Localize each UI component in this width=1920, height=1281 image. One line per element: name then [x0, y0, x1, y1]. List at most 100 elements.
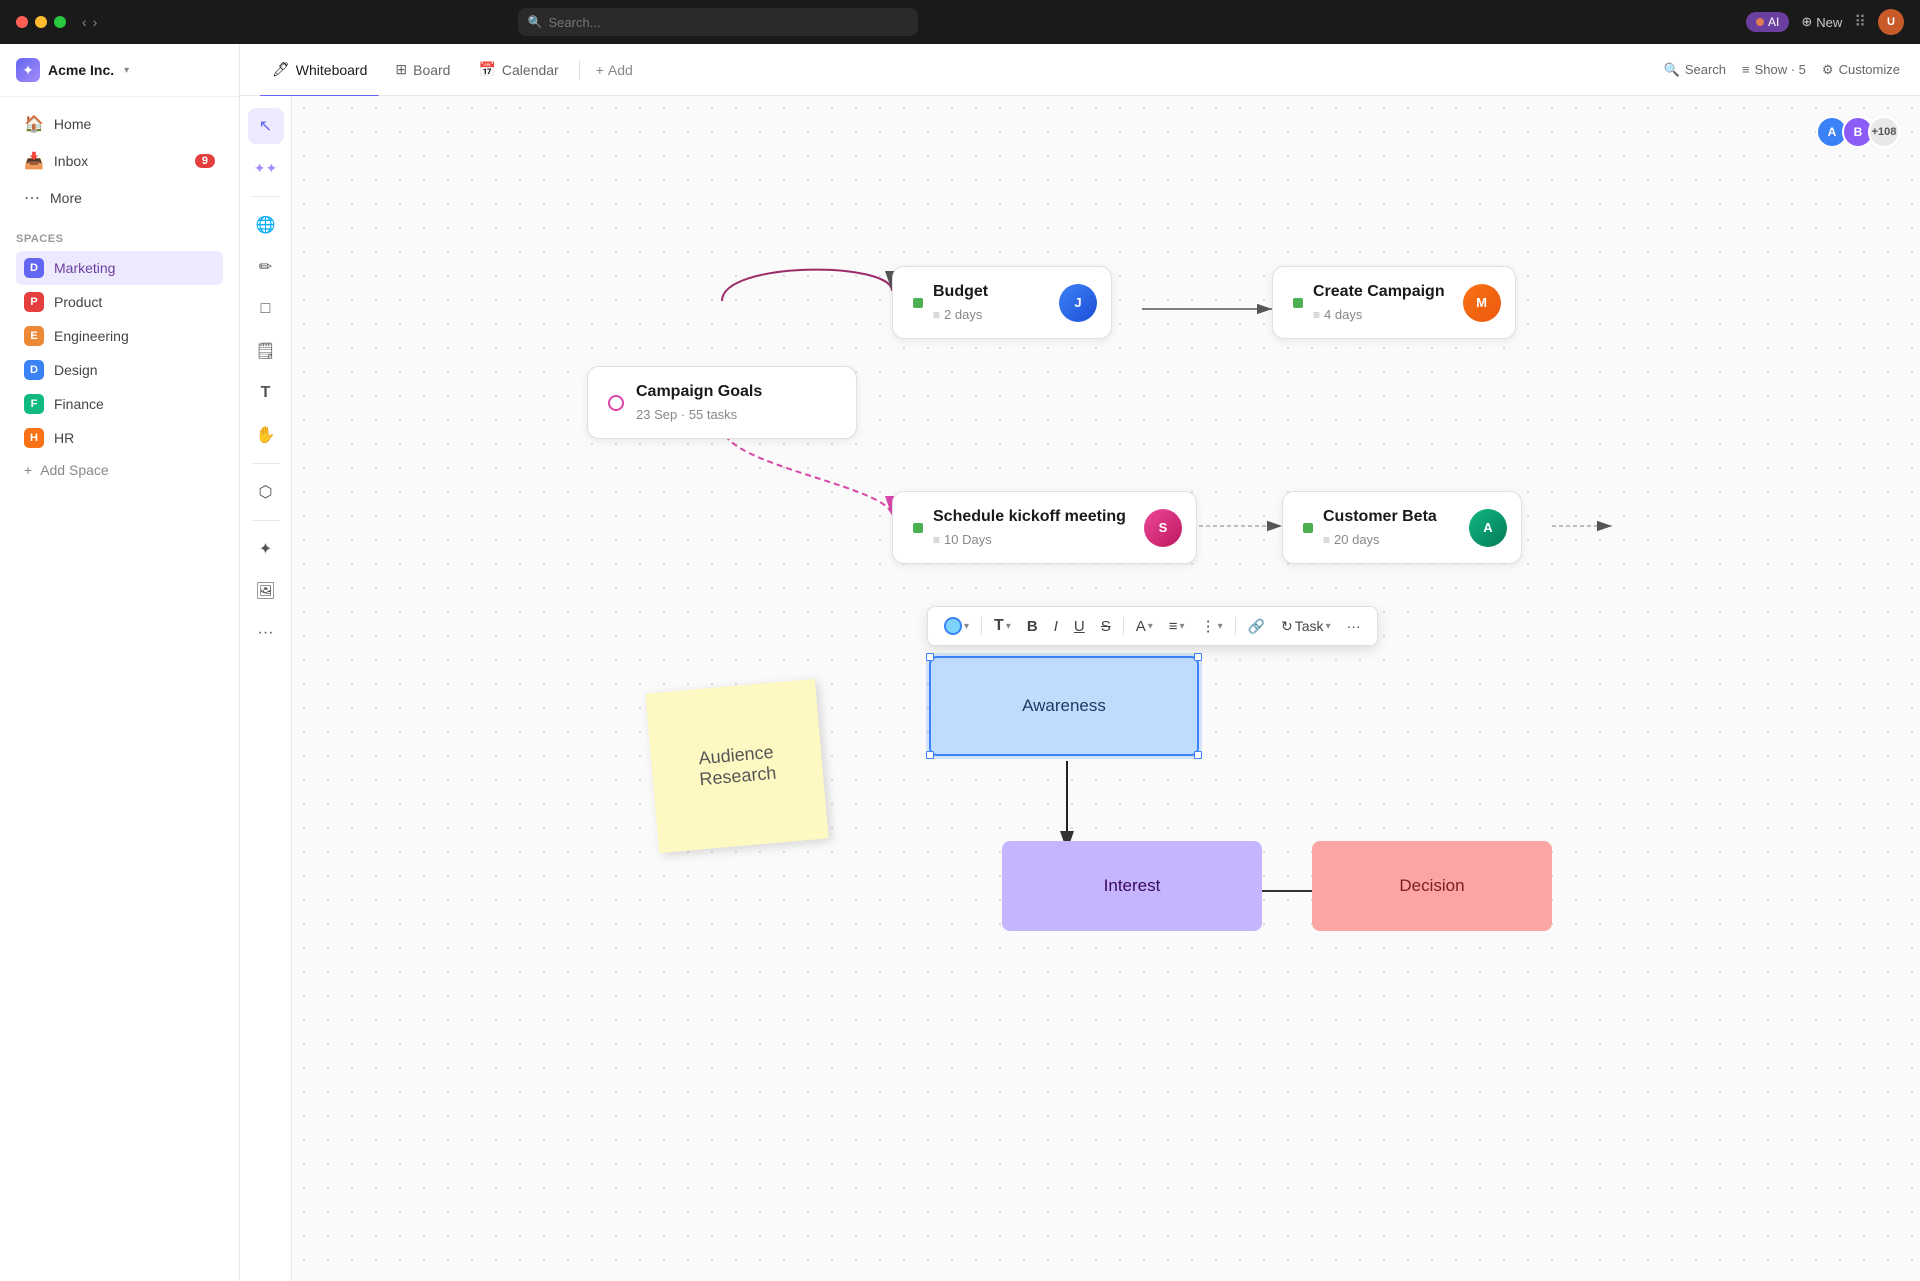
- forward-button[interactable]: ›: [93, 14, 98, 30]
- handle-tl[interactable]: [926, 653, 934, 661]
- sidebar-item-marketing[interactable]: D Marketing: [16, 251, 223, 285]
- show-button[interactable]: ≡ Show · 5: [1742, 62, 1806, 77]
- product-dot: P: [24, 292, 44, 312]
- grid-icon[interactable]: ⠿: [1854, 12, 1866, 32]
- italic-button[interactable]: I: [1048, 614, 1064, 639]
- maximize-button[interactable]: [54, 16, 66, 28]
- align-button[interactable]: ≡ ▾: [1163, 614, 1191, 639]
- sidebar-item-hr[interactable]: H HR: [16, 421, 223, 455]
- format-toolbar: ▾ T ▾ B I U: [927, 606, 1378, 646]
- schedule-kickoff-meta: ≡ 10 Days: [933, 532, 1126, 547]
- image-tool[interactable]: 🖼: [248, 573, 284, 609]
- search-btn-label: Search: [1685, 62, 1726, 77]
- link-button[interactable]: 🔗: [1242, 614, 1271, 639]
- customize-button[interactable]: ⚙ Customize: [1822, 62, 1900, 78]
- bold-button[interactable]: B: [1021, 614, 1044, 639]
- square-tool[interactable]: □: [248, 291, 284, 327]
- hand-tool[interactable]: ✋: [248, 417, 284, 453]
- align-label: ≡: [1169, 618, 1178, 635]
- budget-avatar: J: [1059, 284, 1097, 322]
- strikethrough-button[interactable]: S: [1095, 614, 1117, 639]
- more-format-button[interactable]: ···: [1341, 614, 1367, 638]
- minimize-button[interactable]: [35, 16, 47, 28]
- handle-br[interactable]: [1194, 751, 1202, 759]
- decision-shape[interactable]: Decision: [1312, 841, 1552, 931]
- link-icon: 🔗: [1248, 618, 1265, 635]
- task-button[interactable]: ↻ Task ▾: [1275, 614, 1337, 639]
- tab-whiteboard[interactable]: 🖊 Whiteboard: [260, 55, 379, 84]
- sidebar-item-more[interactable]: ⋯ More: [8, 180, 231, 216]
- new-button[interactable]: ⊕ New: [1801, 14, 1842, 30]
- home-icon: 🏠: [24, 114, 44, 134]
- network-tool[interactable]: ⬡: [248, 474, 284, 510]
- product-label: Product: [54, 294, 102, 310]
- search-input[interactable]: [549, 15, 908, 30]
- ai-button[interactable]: AI: [1746, 12, 1789, 32]
- budget-node[interactable]: Budget ≡ 2 days J: [892, 266, 1112, 339]
- list-label: ⋮: [1201, 617, 1216, 635]
- sidebar-item-design[interactable]: D Design: [16, 353, 223, 387]
- spaces-section: Spaces D Marketing P Product E Engineeri…: [0, 225, 239, 493]
- audience-research-sticky[interactable]: Audience Research: [645, 679, 828, 853]
- sticky-tool[interactable]: 🗒: [248, 333, 284, 369]
- ai-label: AI: [1768, 15, 1779, 29]
- campaign-goals-status-icon: [608, 395, 624, 411]
- create-campaign-node[interactable]: Create Campaign ≡ 4 days M: [1272, 266, 1516, 339]
- sticky-note-text: Audience Research: [670, 739, 803, 792]
- globe-tool[interactable]: 🌐: [248, 207, 284, 243]
- color-chevron-icon: ▾: [964, 621, 969, 632]
- strikethrough-label: S: [1101, 618, 1111, 635]
- sidebar-item-home[interactable]: 🏠 Home: [8, 106, 231, 142]
- awareness-shape[interactable]: Awareness: [929, 656, 1199, 756]
- top-tabs: 🖊 Whiteboard ⊞ Board 📅 Calendar + Add 🔍 …: [240, 44, 1920, 96]
- workspace-name: Acme Inc.: [48, 62, 114, 78]
- font-color-button[interactable]: A ▾: [1130, 614, 1159, 639]
- underline-button[interactable]: U: [1068, 614, 1091, 639]
- underline-label: U: [1074, 618, 1085, 635]
- text-size-button[interactable]: T ▾: [988, 613, 1017, 639]
- cursor-tool[interactable]: ↖: [248, 108, 284, 144]
- campaign-goals-node[interactable]: Campaign Goals 23 Sep · 55 tasks: [587, 366, 857, 439]
- tab-add-button[interactable]: + Add: [588, 56, 641, 84]
- tab-board[interactable]: ⊞ Board: [383, 55, 462, 84]
- nav-arrows: ‹ ›: [82, 14, 97, 30]
- titlebar: ‹ › 🔍 AI ⊕ New ⠿ U: [0, 0, 1920, 44]
- tab-calendar[interactable]: 📅 Calendar: [466, 55, 570, 84]
- handle-tr[interactable]: [1194, 653, 1202, 661]
- sidebar-item-engineering[interactable]: E Engineering: [16, 319, 223, 353]
- text-tool[interactable]: T: [248, 375, 284, 411]
- tab-add-label: Add: [608, 62, 633, 78]
- list-button[interactable]: ⋮ ▾: [1195, 613, 1229, 639]
- customize-btn-label: Customize: [1839, 62, 1900, 77]
- sidebar-item-finance[interactable]: F Finance: [16, 387, 223, 421]
- handle-bl[interactable]: [926, 751, 934, 759]
- tab-add-icon: +: [596, 62, 604, 78]
- schedule-kickoff-node[interactable]: Schedule kickoff meeting ≡ 10 Days S: [892, 491, 1197, 564]
- sidebar-item-product[interactable]: P Product: [16, 285, 223, 319]
- sidebar-item-inbox[interactable]: 📥 Inbox 9: [8, 143, 231, 179]
- magic-tool[interactable]: ✦✦: [248, 150, 284, 186]
- align-chevron-icon: ▾: [1180, 621, 1185, 632]
- user-avatar[interactable]: U: [1878, 9, 1904, 35]
- whiteboard-area: ↖ ✦✦ 🌐 ✏ □ 🗒 T ✋ ⬡ ✦ 🖼 ··· A: [240, 96, 1920, 1281]
- create-campaign-status-icon: [1293, 298, 1303, 308]
- campaign-goals-title: Campaign Goals: [636, 383, 762, 401]
- canvas[interactable]: A B +108: [292, 96, 1920, 1281]
- color-picker-button[interactable]: ▾: [938, 613, 975, 639]
- pencil-tool[interactable]: ✏: [248, 249, 284, 285]
- add-space-button[interactable]: + Add Space: [16, 455, 223, 485]
- more-tools-button[interactable]: ···: [248, 615, 284, 651]
- marketing-dot: D: [24, 258, 44, 278]
- close-button[interactable]: [16, 16, 28, 28]
- customer-beta-node[interactable]: Customer Beta ≡ 20 days A: [1282, 491, 1522, 564]
- canvas-avatars: A B +108: [1822, 116, 1900, 148]
- sidebar-nav: 🏠 Home 📥 Inbox 9 ⋯ More: [0, 97, 239, 225]
- marketing-label: Marketing: [54, 260, 115, 276]
- font-label: A: [1136, 618, 1146, 635]
- calendar-tab-label: Calendar: [502, 62, 559, 78]
- search-button[interactable]: 🔍 Search: [1664, 62, 1726, 78]
- back-button[interactable]: ‹: [82, 14, 87, 30]
- titlebar-search[interactable]: 🔍: [518, 8, 918, 36]
- sparkle-tool[interactable]: ✦: [248, 531, 284, 567]
- interest-shape[interactable]: Interest: [1002, 841, 1262, 931]
